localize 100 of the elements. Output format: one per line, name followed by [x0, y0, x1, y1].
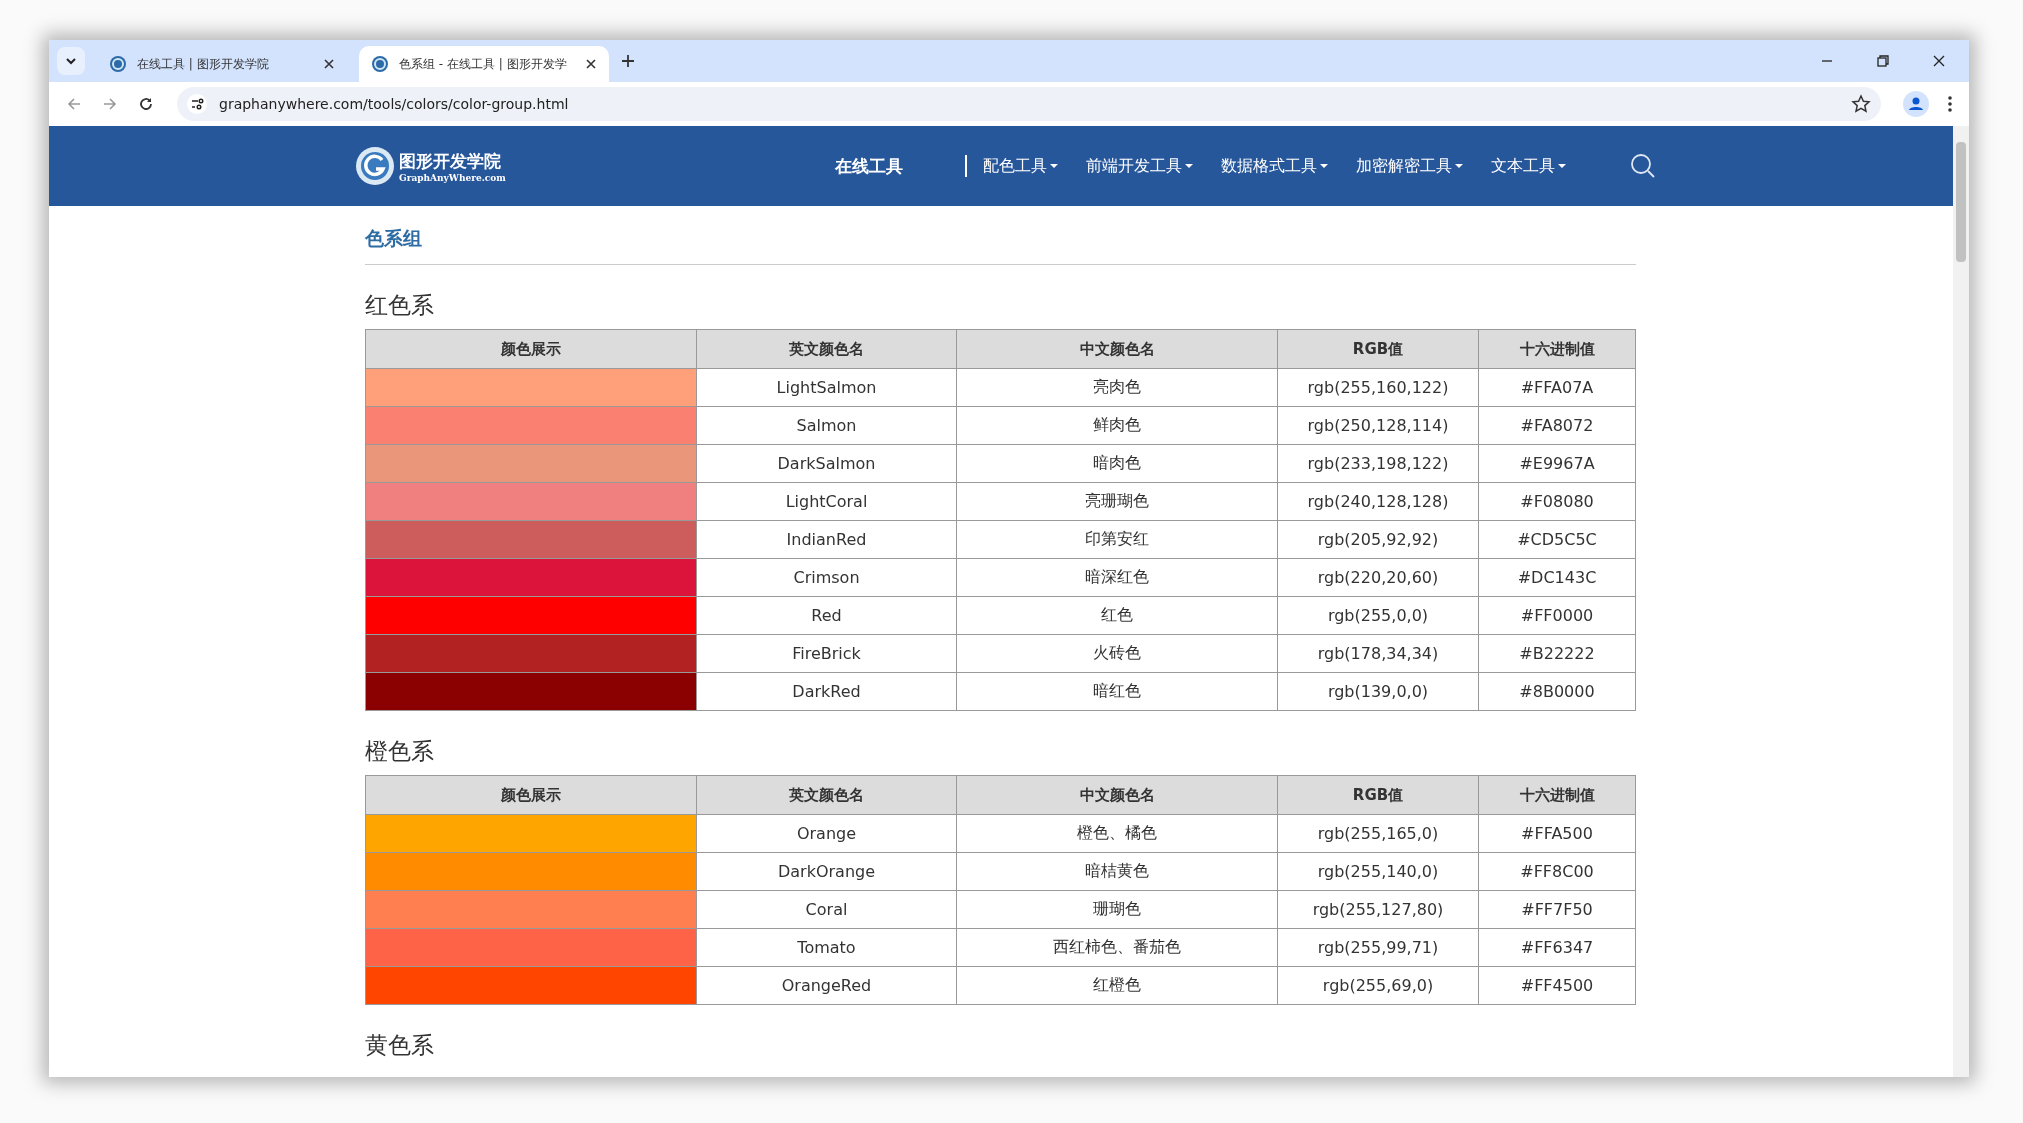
table-cell: 红橙色: [956, 966, 1278, 1005]
logo-subtitle: GraphAnyWhere.com: [399, 172, 506, 183]
table-cell: rgb(139,0,0): [1277, 672, 1479, 711]
nav-dropdown[interactable]: 配色工具: [983, 155, 1058, 177]
browser-tab[interactable]: 色系组 - 在线工具 | 图形开发学: [359, 46, 609, 82]
scrollbar-thumb[interactable]: [1956, 142, 1966, 262]
caret-icon: [1050, 163, 1058, 169]
table-cell: rgb(255,69,0): [1277, 966, 1479, 1005]
table-cell: #FFA07A: [1478, 368, 1636, 407]
tab-title: 在线工具 | 图形开发学院: [137, 55, 270, 73]
table-cell: #FF6347: [1478, 928, 1636, 967]
column-header: 英文颜色名: [696, 329, 957, 369]
table-cell: rgb(255,160,122): [1277, 368, 1479, 407]
table-cell: rgb(205,92,92): [1277, 520, 1479, 559]
table-cell: OrangeRed: [696, 966, 957, 1005]
column-header: 中文颜色名: [956, 775, 1278, 815]
table-cell: #E9967A: [1478, 444, 1636, 483]
table-cell: rgb(255,165,0): [1277, 814, 1479, 853]
table-cell: 印第安红: [956, 520, 1278, 559]
table-cell: DarkSalmon: [696, 444, 957, 483]
table-cell: 暗桔黄色: [956, 852, 1278, 891]
new-tab-icon[interactable]: [621, 54, 635, 68]
caret-icon: [1320, 163, 1328, 169]
table-cell: #F08080: [1478, 482, 1636, 521]
browser-tab[interactable]: 在线工具 | 图形开发学院: [97, 46, 347, 82]
restore-icon[interactable]: [1876, 54, 1890, 68]
table-cell: #FF7F50: [1478, 890, 1636, 929]
table-cell: rgb(255,140,0): [1277, 852, 1479, 891]
close-icon[interactable]: [323, 58, 335, 70]
column-header: 中文颜色名: [956, 329, 1278, 369]
table-cell: rgb(233,198,122): [1277, 444, 1479, 483]
table-cell: 红色: [956, 596, 1278, 635]
table-cell: Crimson: [696, 558, 957, 597]
column-header: 英文颜色名: [696, 775, 957, 815]
table-cell: #DC143C: [1478, 558, 1636, 597]
column-header: 颜色展示: [365, 775, 697, 815]
close-icon[interactable]: [1932, 54, 1946, 68]
column-header: RGB值: [1277, 329, 1479, 369]
table-cell: Salmon: [696, 406, 957, 445]
table-cell: #FF8C00: [1478, 852, 1636, 891]
table-cell: DarkOrange: [696, 852, 957, 891]
caret-icon: [1185, 163, 1193, 169]
site-settings-icon[interactable]: [187, 94, 207, 114]
table-cell: #FF4500: [1478, 966, 1636, 1005]
reload-icon[interactable]: [137, 95, 155, 113]
logo-title[interactable]: 图形开发学院: [399, 149, 506, 173]
logo-icon[interactable]: [355, 146, 395, 186]
column-header: 十六进制值: [1478, 775, 1636, 815]
more-menu-icon[interactable]: [1947, 94, 1953, 114]
table-cell: 火砖色: [956, 634, 1278, 673]
section-heading: 黄色系: [365, 1031, 435, 1059]
table-cell: #B22222: [1478, 634, 1636, 673]
table-cell: #FA8072: [1478, 406, 1636, 445]
table-cell: Red: [696, 596, 957, 635]
close-icon[interactable]: [585, 58, 597, 70]
tab-title: 色系组 - 在线工具 | 图形开发学: [399, 55, 568, 73]
star-icon[interactable]: [1851, 94, 1871, 114]
table-cell: Tomato: [696, 928, 957, 967]
tab-list-button[interactable]: [57, 47, 85, 75]
table-cell: Coral: [696, 890, 957, 929]
table-cell: rgb(255,99,71): [1277, 928, 1479, 967]
column-header: RGB值: [1277, 775, 1479, 815]
table-cell: FireBrick: [696, 634, 957, 673]
section-heading: 橙色系: [365, 737, 435, 765]
table-cell: Orange: [696, 814, 957, 853]
table-cell: rgb(240,128,128): [1277, 482, 1479, 521]
table-cell: IndianRed: [696, 520, 957, 559]
address-bar[interactable]: graphanywhere.com/tools/colors/color-group.html: [177, 87, 1881, 121]
table-cell: 暗深红色: [956, 558, 1278, 597]
table-cell: LightCoral: [696, 482, 957, 521]
search-icon[interactable]: [1630, 153, 1656, 179]
table-cell: 亮珊瑚色: [956, 482, 1278, 521]
table-cell: #FF0000: [1478, 596, 1636, 635]
nav-dropdown[interactable]: 加密解密工具: [1356, 155, 1463, 177]
table-cell: DarkRed: [696, 672, 957, 711]
nav-link[interactable]: 在线工具: [835, 154, 945, 178]
section-heading: 红色系: [365, 291, 435, 319]
table-cell: 鲜肉色: [956, 406, 1278, 445]
caret-icon: [1455, 163, 1463, 169]
site-favicon-icon: [109, 55, 127, 73]
nav-dropdown[interactable]: 数据格式工具: [1221, 155, 1328, 177]
column-header: 颜色展示: [365, 329, 697, 369]
table-cell: LightSalmon: [696, 368, 957, 407]
profile-avatar-icon[interactable]: [1903, 91, 1929, 117]
url-text: graphanywhere.com/tools/colors/color-group.html: [219, 96, 569, 112]
table-cell: #CD5C5C: [1478, 520, 1636, 559]
page-title: 色系组: [365, 206, 1636, 265]
table-cell: rgb(255,0,0): [1277, 596, 1479, 635]
caret-icon: [1558, 163, 1566, 169]
column-header: 十六进制值: [1478, 329, 1636, 369]
table-cell: 西红柿色、番茄色: [956, 928, 1278, 967]
table-cell: rgb(250,128,114): [1277, 406, 1479, 445]
nav-dropdown[interactable]: 文本工具: [1491, 155, 1566, 177]
table-cell: #8B0000: [1478, 672, 1636, 711]
table-cell: 亮肉色: [956, 368, 1278, 407]
site-favicon-icon: [371, 55, 389, 73]
table-cell: rgb(220,20,60): [1277, 558, 1479, 597]
nav-dropdown[interactable]: 前端开发工具: [1086, 155, 1193, 177]
table-cell: rgb(178,34,34): [1277, 634, 1479, 673]
table-cell: #FFA500: [1478, 814, 1636, 853]
